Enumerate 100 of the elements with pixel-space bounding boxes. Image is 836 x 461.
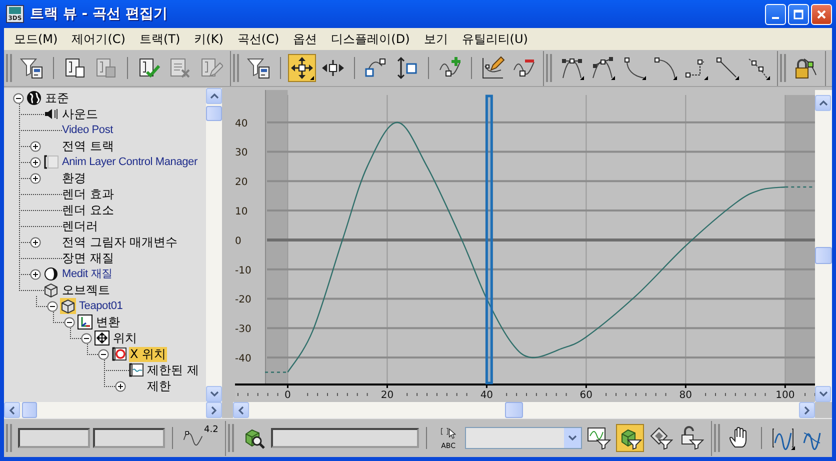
frame-label: 0	[284, 390, 291, 401]
chevron-up-icon	[210, 93, 218, 99]
input-field[interactable]	[18, 428, 90, 448]
input-field[interactable]	[93, 428, 165, 448]
tree-item-label[interactable]: 렌더러	[61, 218, 99, 234]
toolbar-grip[interactable]	[6, 424, 12, 452]
tree-connector-line	[53, 312, 66, 323]
expand-toggle[interactable]	[30, 156, 41, 168]
scrollbar-thumb[interactable]	[505, 402, 523, 418]
menu-item[interactable]: 유틸리티(U)	[454, 30, 535, 48]
expand-toggle[interactable]	[30, 236, 41, 248]
scroll-down-button[interactable]	[815, 386, 831, 402]
axis-label: -10	[235, 265, 252, 276]
tree-item-label[interactable]: Video Post	[61, 122, 114, 138]
flyout-arrow-icon	[704, 76, 708, 80]
scroll-down-button[interactable]	[206, 386, 222, 402]
tree-item-label[interactable]: 전역 그림자 매개변수	[61, 234, 179, 250]
axes-icon	[77, 314, 93, 330]
menu-item[interactable]: 트랙(T)	[132, 30, 188, 48]
flyout-arrow-icon	[673, 76, 677, 80]
menu-item[interactable]: 보기	[416, 30, 455, 48]
tree-item-label[interactable]: 렌더 효과	[61, 186, 115, 202]
toolbar-grip[interactable]	[233, 54, 239, 82]
chevron-right-icon	[804, 406, 810, 414]
tree-item-label[interactable]: 장면 재질	[61, 250, 115, 266]
input-field[interactable]	[271, 428, 420, 448]
curve-line[interactable]	[287, 122, 786, 373]
copy-icon	[63, 56, 87, 80]
curve-value-button[interactable]: 4.2	[180, 424, 220, 452]
menu-item[interactable]: 디스플레이(D)	[324, 30, 417, 48]
scrollbar-thumb[interactable]	[22, 402, 37, 418]
tree-item-label[interactable]: Teapot01	[78, 298, 124, 314]
padlock-icon	[794, 56, 818, 80]
curve-graph-icon	[128, 362, 144, 378]
expand-toggle[interactable]	[30, 268, 41, 280]
maximize-button[interactable]	[788, 4, 809, 24]
tree-item-label[interactable]: 오브젝트	[61, 282, 111, 298]
close-icon	[816, 8, 827, 20]
expand-toggle[interactable]	[115, 380, 126, 392]
toolbar-grip[interactable]	[6, 54, 12, 82]
expand-toggle[interactable]	[81, 332, 92, 344]
cube-icon	[60, 298, 76, 314]
scale-values-icon	[395, 56, 419, 80]
minimize-button[interactable]	[765, 4, 786, 24]
scrollbar-thumb[interactable]	[206, 106, 222, 121]
scrollbar-track[interactable]	[233, 402, 815, 418]
expand-toggle[interactable]	[64, 316, 75, 328]
filter-selected-button[interactable]	[616, 424, 644, 452]
unlock-filter-icon	[680, 426, 704, 450]
scrollbar-track[interactable]	[815, 90, 832, 402]
scroll-up-button[interactable]	[206, 88, 222, 104]
linear-tangent-icon	[715, 56, 739, 80]
frame-label: 100	[776, 390, 795, 401]
curve-filter-icon	[587, 426, 612, 450]
close-button[interactable]	[811, 4, 832, 24]
tree-item-label[interactable]: X 위치	[129, 346, 168, 362]
scrollbar-thumb[interactable]	[815, 247, 832, 264]
axis-label: 30	[235, 148, 248, 159]
toolbar-grip[interactable]	[780, 54, 786, 82]
expand-toggle[interactable]	[30, 140, 41, 152]
tree-item-label[interactable]: 변환	[95, 314, 121, 330]
tree-item-label[interactable]: Medit 재질	[61, 266, 114, 282]
scroll-left-button[interactable]	[4, 402, 20, 418]
scroll-right-button[interactable]	[206, 402, 222, 418]
toolbar-grip[interactable]	[546, 54, 552, 82]
menu-item[interactable]: 옵션	[286, 30, 324, 48]
menu-item[interactable]: 모드(M)	[7, 30, 65, 48]
dropdown-field[interactable]	[465, 427, 582, 449]
chevron-down-icon	[210, 391, 218, 397]
expand-toggle[interactable]	[47, 300, 58, 312]
tree-item-label[interactable]: 사운드	[61, 106, 99, 122]
tree-item-label[interactable]: 전역 트랙	[61, 138, 115, 154]
tree-connector-line	[70, 328, 82, 339]
flyout-arrow-icon	[766, 76, 770, 80]
chevron-right-icon	[211, 406, 217, 414]
expand-toggle[interactable]	[13, 92, 24, 104]
tree-item-label[interactable]: 표준	[44, 90, 70, 106]
scrollbar-track[interactable]	[4, 402, 222, 418]
scroll-left-button[interactable]	[233, 402, 249, 418]
menu-item[interactable]: 제어기(C)	[64, 30, 132, 48]
menu-item[interactable]: 곡선(C)	[230, 30, 286, 48]
expand-toggle[interactable]	[98, 348, 109, 360]
toolbar-grip[interactable]	[714, 424, 720, 452]
tree-item-label[interactable]: 렌더 요소	[61, 202, 115, 218]
scroll-right-button[interactable]	[799, 402, 815, 418]
tree-item-label[interactable]: 제한된 제	[146, 362, 200, 378]
tree-item-label[interactable]: 제한	[146, 378, 172, 394]
tree-item-label[interactable]: 위치	[112, 330, 138, 346]
scroll-up-button[interactable]	[815, 95, 831, 111]
tree-item-label[interactable]: Anim Layer Control Manager	[61, 154, 198, 170]
curve-graph[interactable]: -40 -30 -20 -10 0 10 20 30 40 0 20 40 60 80 100	[233, 90, 815, 402]
move-button[interactable]	[288, 54, 316, 82]
expand-toggle[interactable]	[30, 172, 41, 184]
time-slider-marker[interactable]	[485, 94, 493, 384]
minimize-icon	[772, 16, 779, 18]
menu-item[interactable]: 키(K)	[187, 30, 230, 48]
tree-item-label[interactable]: 환경	[61, 170, 87, 186]
smooth-tangent-icon	[746, 56, 770, 80]
flyout-arrow-icon	[310, 76, 314, 80]
toolbar-grip[interactable]	[228, 424, 234, 452]
